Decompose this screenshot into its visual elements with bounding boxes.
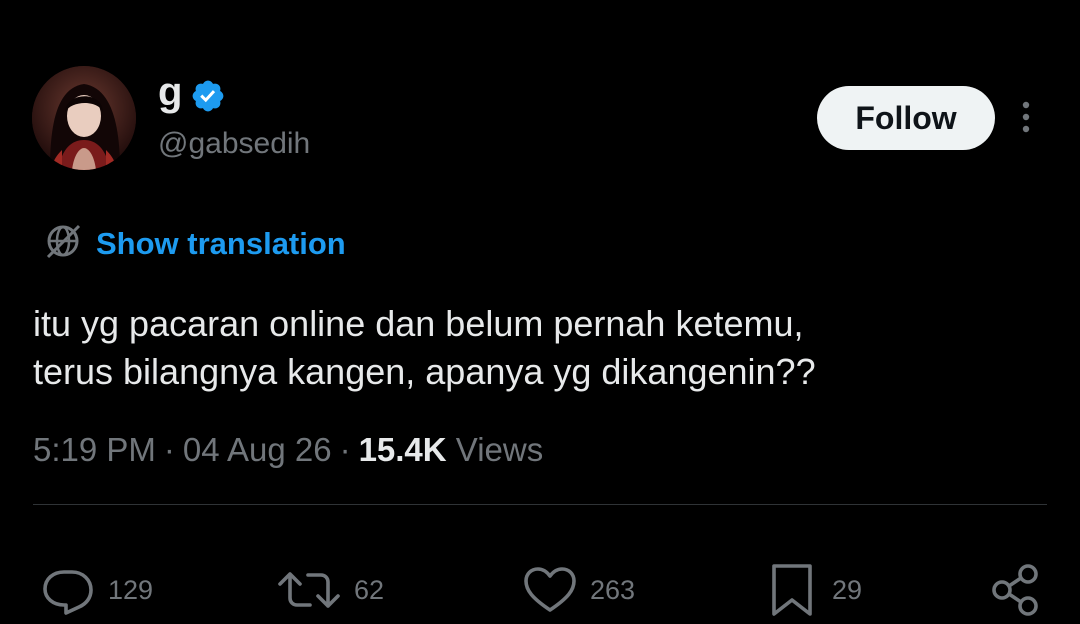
share-icon [988, 562, 1044, 618]
tweet-line: itu yg pacaran online dan belum pernah k… [33, 303, 804, 344]
bookmark-count: 29 [832, 574, 863, 605]
show-translation-link[interactable]: Show translation [44, 222, 346, 265]
display-name[interactable]: g [158, 72, 182, 112]
repost-button[interactable]: 62 [276, 562, 384, 618]
show-translation-label: Show translation [96, 226, 346, 261]
author-name-row[interactable]: g [158, 72, 226, 120]
like-button[interactable]: 263 [522, 562, 635, 618]
tweet-meta: 5:19 PM · 04 Aug 26 · 15.4K Views [33, 430, 543, 470]
author-handle[interactable]: @gabsedih [158, 127, 310, 160]
tweet-time[interactable]: 5:19 PM [33, 431, 156, 468]
bookmark-button[interactable]: 29 [764, 562, 862, 618]
divider [33, 504, 1047, 505]
meta-separator: · [163, 431, 175, 468]
translate-icon [44, 222, 82, 265]
tweet-line: terus bilangnya kangen, apanya yg dikang… [33, 351, 816, 392]
tweet-date[interactable]: 04 Aug 26 [183, 431, 332, 468]
like-icon [522, 562, 578, 618]
meta-separator: · [339, 431, 351, 468]
views-label: Views [455, 431, 544, 468]
reply-icon [40, 562, 96, 618]
repost-count: 62 [354, 574, 385, 605]
more-icon[interactable] [1014, 98, 1038, 138]
verified-badge-icon [190, 78, 226, 114]
views-count: 15.4K [358, 431, 447, 468]
repost-icon [276, 562, 342, 618]
avatar[interactable] [32, 66, 136, 170]
share-button[interactable] [988, 562, 1044, 618]
like-count: 263 [590, 574, 636, 605]
tweet-text: itu yg pacaran online dan belum pernah k… [33, 300, 1053, 396]
reply-count: 129 [108, 574, 154, 605]
bookmark-icon [764, 562, 820, 618]
follow-button[interactable]: Follow [817, 86, 995, 150]
reply-button[interactable]: 129 [40, 562, 153, 618]
